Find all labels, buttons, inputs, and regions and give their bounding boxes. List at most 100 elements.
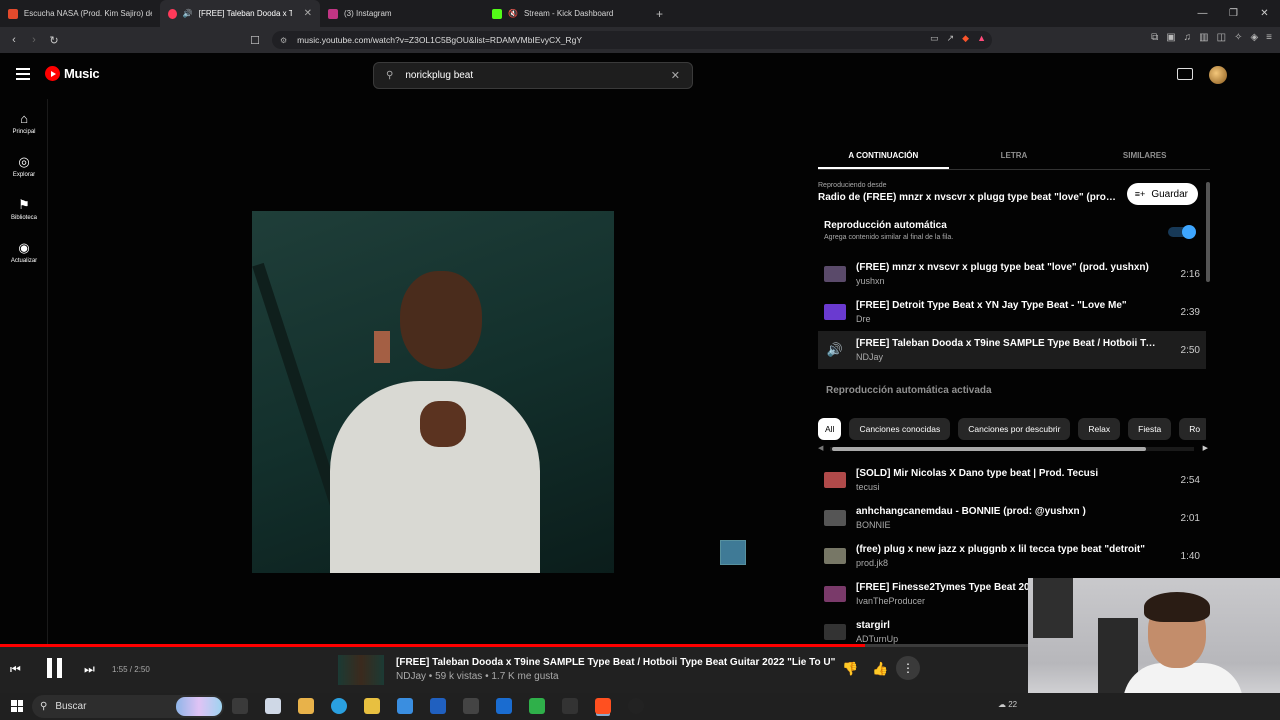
browser-tab[interactable]: Escucha NASA (Prod. Kim Sajiro) de (0, 0, 160, 27)
autoplay-subtitle: Agrega contenido similar al final de la … (824, 234, 954, 241)
bookmark-icon[interactable]: ☐ (245, 34, 265, 47)
steam-icon[interactable] (496, 698, 512, 714)
autoplay-item[interactable]: anhchangcanemdau - BONNIE (prod: @yushxn… (818, 499, 1206, 537)
save-button[interactable]: ≡+ Guardar (1126, 183, 1198, 205)
now-playing-meta[interactable]: NDJay • 59 k vistas • 1.7 K me gusta (396, 671, 559, 682)
tab-favicon-icon (328, 8, 338, 19)
autoplay-item[interactable]: (free) plug x new jazz x pluggnb x lil t… (818, 537, 1206, 575)
address-bar[interactable]: ⚙ music.youtube.com/watch?v=Z3OL1C5BgOU&… (272, 31, 992, 49)
windows-start-icon[interactable] (11, 700, 23, 712)
avatar[interactable] (1209, 66, 1227, 84)
chip-discover[interactable]: Canciones por descubrir (958, 418, 1071, 440)
menu-icon[interactable] (16, 68, 30, 83)
sidebar-item-biblioteca[interactable]: ⚑ Biblioteca (0, 188, 48, 231)
scroll-left-icon[interactable]: ◀ (818, 444, 823, 452)
track-artist[interactable]: NDJay (856, 352, 1160, 362)
sidebar-icon[interactable]: ▥ (1199, 32, 1208, 43)
share-icon[interactable]: ↗ (947, 33, 955, 44)
app-icon[interactable] (463, 698, 479, 714)
sidebar-item-actualizar[interactable]: ◉ Actualizar (0, 231, 48, 274)
explorer-icon[interactable] (364, 698, 380, 714)
panel-scrollbar[interactable] (1206, 182, 1210, 282)
new-tab-button[interactable]: + (656, 7, 663, 21)
clear-search-icon[interactable]: ✕ (671, 69, 680, 82)
floating-miniplayer[interactable] (720, 540, 746, 565)
queue-item-current[interactable]: 🔊 [FREE] Taleban Dooda x T9ine SAMPLE Ty… (818, 331, 1206, 369)
tab-close-icon[interactable]: ✕ (304, 8, 312, 19)
brave-icon[interactable] (595, 698, 611, 714)
autoplay-toggle[interactable] (1168, 225, 1196, 239)
previous-button[interactable]: ⏮ (10, 662, 21, 677)
play-logo-icon (45, 66, 60, 81)
dislike-icon[interactable]: 👎 (842, 661, 858, 677)
autoplay-section: Reproducción automática Agrega contenido… (824, 220, 953, 241)
extensions-icon[interactable]: ⧉ (1151, 32, 1158, 43)
task-view-icon[interactable] (232, 698, 248, 714)
tab-related[interactable]: SIMILARES (1079, 142, 1210, 169)
sidebar-item-label: Actualizar (10, 258, 38, 264)
tab-label: Stream - Kick Dashboard (523, 9, 614, 18)
forward-button[interactable]: › (24, 34, 44, 46)
spotify-icon[interactable] (529, 698, 545, 714)
ytmusic-logo[interactable]: Music (45, 66, 100, 81)
chip-relax[interactable]: Relax (1078, 418, 1121, 440)
chips-scrollbar[interactable]: ◀ ▶ (818, 445, 1208, 452)
minimize-button[interactable]: — (1187, 0, 1218, 27)
album-art[interactable] (252, 211, 614, 573)
track-artist[interactable]: BONNIE (856, 520, 1160, 530)
taskbar-search[interactable]: ⚲ Buscar (32, 695, 224, 718)
playing-from-title[interactable]: Radio de (FREE) mnzr x nvscvr x plugg ty… (818, 192, 1118, 203)
track-artist[interactable]: prod.jk8 (856, 558, 1160, 568)
brave-shield-icon[interactable]: ◆ (962, 33, 969, 44)
obs-icon[interactable] (628, 698, 644, 714)
edge-icon[interactable] (331, 698, 347, 714)
reload-button[interactable]: ↻ (44, 34, 64, 47)
chip-more[interactable]: Ro (1179, 418, 1206, 440)
sidebar-item-principal[interactable]: ⌂ Principal (0, 102, 48, 145)
pause-button[interactable] (43, 658, 65, 680)
leo-icon[interactable]: ✧ (1234, 32, 1242, 43)
sidebar-item-explorar[interactable]: ◎ Explorar (0, 145, 48, 188)
vpn-icon[interactable]: ◈ (1250, 32, 1258, 43)
menu-icon[interactable]: ≡ (1266, 32, 1272, 43)
chip-known[interactable]: Canciones conocidas (849, 418, 951, 440)
search-box[interactable]: ⚲ norickplug beat ✕ (373, 62, 693, 89)
queue-item[interactable]: (FREE) mnzr x nvscvr x plugg type beat "… (818, 255, 1206, 293)
cast-icon[interactable] (1177, 68, 1193, 80)
now-playing-thumbnail[interactable] (338, 655, 384, 685)
screenshot-icon[interactable]: ▭ (930, 33, 939, 44)
store-icon[interactable] (397, 698, 413, 714)
tab-lyrics[interactable]: LETRA (949, 142, 1080, 169)
wallet-icon[interactable]: ▣ (1166, 32, 1175, 43)
browser-tab[interactable]: (3) Instagram (320, 0, 484, 27)
track-artist[interactable]: Dre (856, 314, 1160, 324)
capcut-icon[interactable] (562, 698, 578, 714)
music-icon[interactable]: ♫ (1184, 32, 1192, 43)
chip-party[interactable]: Fiesta (1128, 418, 1172, 440)
like-icon[interactable]: 👍 (872, 661, 888, 677)
more-options-icon[interactable]: ⋮ (896, 656, 920, 680)
outlook-icon[interactable] (430, 698, 446, 714)
wallet-2-icon[interactable]: ◫ (1217, 32, 1226, 43)
track-artist[interactable]: tecusi (856, 482, 1160, 492)
maximize-button[interactable]: ❐ (1218, 0, 1249, 27)
now-playing-title[interactable]: [FREE] Taleban Dooda x T9ine SAMPLE Type… (396, 657, 835, 668)
brave-rewards-icon[interactable]: ▲ (977, 33, 986, 44)
track-artist[interactable]: yushxn (856, 276, 1160, 286)
copilot-icon[interactable] (298, 698, 314, 714)
autoplay-item[interactable]: [SOLD] Mir Nicolas X Dano type beat | Pr… (818, 461, 1206, 499)
browser-tab-active[interactable]: 🔊 [FREE] Taleban Dooda x T9ine ✕ (160, 0, 320, 27)
site-info-icon[interactable]: ⚙ (280, 36, 287, 45)
close-window-button[interactable]: ✕ (1249, 0, 1280, 27)
search-input[interactable]: norickplug beat (405, 70, 473, 81)
file-icon[interactable] (265, 698, 281, 714)
queue-item[interactable]: [FREE] Detroit Type Beat x YN Jay Type B… (818, 293, 1206, 331)
scroll-right-icon[interactable]: ▶ (1203, 444, 1208, 452)
time-display: 1:55 / 2:50 (112, 665, 150, 674)
tray-weather[interactable]: ☁ 22 (998, 700, 1017, 709)
next-button[interactable]: ⏭ (84, 662, 95, 677)
back-button[interactable]: ‹ (4, 34, 24, 46)
tab-up-next[interactable]: A CONTINUACIÓN (818, 142, 949, 169)
chip-all[interactable]: All (818, 418, 842, 440)
browser-tab[interactable]: 🔇 Stream - Kick Dashboard (484, 0, 648, 27)
